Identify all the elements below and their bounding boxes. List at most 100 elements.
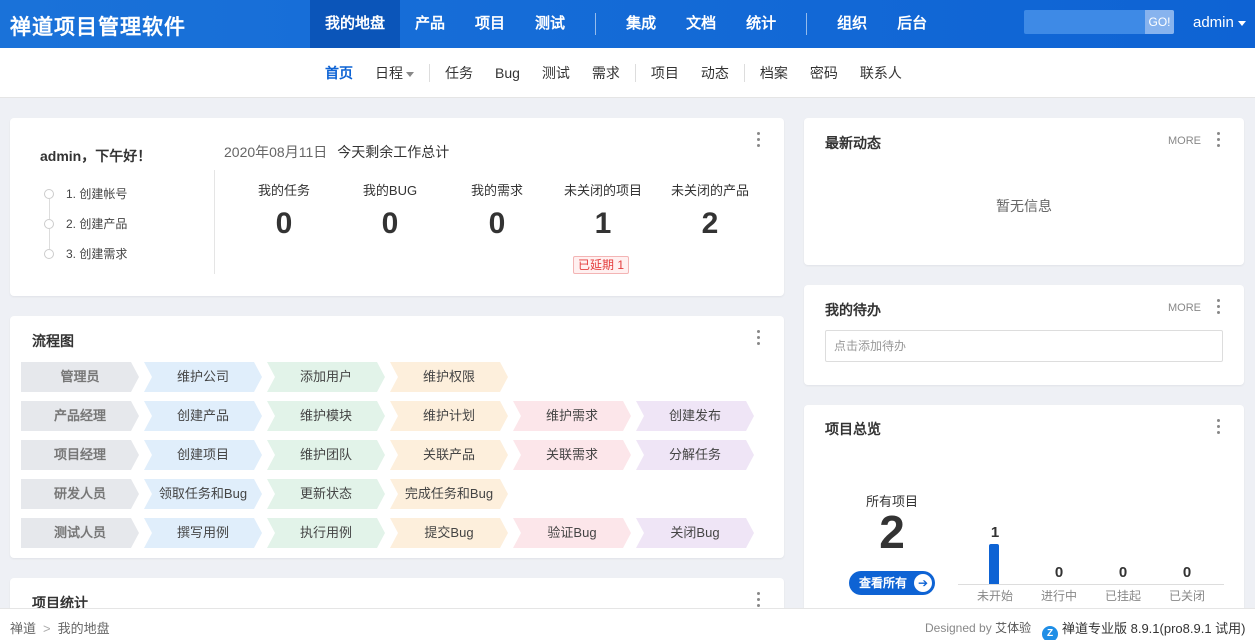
status-bar-label: 已挂起 bbox=[1104, 589, 1141, 603]
nav-my-dashboard[interactable]: 我的地盘 bbox=[310, 0, 401, 48]
flow-step[interactable]: 维护公司 bbox=[144, 362, 262, 392]
step-item[interactable]: 2. 创建产品 bbox=[42, 214, 128, 249]
top-navbar: 禅道项目管理软件 我的地盘 产品 项目 测试 集成 文档 统计 组织 后台 GO… bbox=[0, 0, 1255, 48]
subnav-home[interactable]: 首页 bbox=[314, 63, 364, 83]
sub-navbar: 首页 日程 任务 Bug 测试 需求 项目 动态 档案 密码 联系人 bbox=[0, 48, 1255, 98]
flow-step[interactable]: 维护团队 bbox=[267, 440, 385, 470]
empty-message: 暂无信息 bbox=[996, 198, 1052, 214]
more-options-icon[interactable] bbox=[1217, 299, 1221, 317]
nav-company[interactable]: 组织 bbox=[822, 0, 882, 48]
add-todo-input[interactable]: 点击添加待办 bbox=[825, 330, 1223, 362]
step-item[interactable]: 1. 创建帐号 bbox=[42, 184, 127, 219]
subnav-test[interactable]: 测试 bbox=[531, 63, 581, 83]
brand-title[interactable]: 禅道项目管理软件 bbox=[10, 11, 186, 41]
subnav-project[interactable]: 项目 bbox=[640, 63, 690, 83]
step-dot-icon bbox=[44, 219, 54, 229]
flow-step[interactable]: 撰写用例 bbox=[144, 518, 262, 548]
flow-step[interactable]: 创建产品 bbox=[144, 401, 262, 431]
nav-separator bbox=[595, 13, 597, 35]
flow-step[interactable]: 执行用例 bbox=[267, 518, 385, 548]
subnav-calendar[interactable]: 日程 bbox=[364, 63, 425, 83]
flow-step[interactable]: 维护权限 bbox=[390, 362, 508, 392]
nav-project[interactable]: 项目 bbox=[460, 0, 520, 48]
delayed-badge[interactable]: 已延期 1 bbox=[573, 256, 630, 274]
chart-baseline bbox=[958, 584, 1224, 585]
breadcrumb-home[interactable]: 禅道 bbox=[10, 621, 36, 636]
flow-role: 项目经理 bbox=[21, 440, 139, 470]
arrow-right-icon: ➔ bbox=[914, 574, 932, 592]
more-options-icon[interactable] bbox=[1217, 419, 1221, 437]
divider bbox=[214, 170, 215, 274]
view-all-label: 查看所有 bbox=[859, 576, 908, 590]
more-options-icon[interactable] bbox=[757, 330, 761, 348]
flow-step[interactable]: 维护计划 bbox=[390, 401, 508, 431]
step-dot-icon bbox=[44, 249, 54, 259]
flow-row-developer: 研发人员 领取任务和Bug 更新状态 完成任务和Bug bbox=[21, 479, 513, 509]
step-item[interactable]: 3. 创建需求 bbox=[42, 244, 127, 274]
status-bar-label: 进行中 bbox=[1040, 589, 1077, 603]
stat-open-products[interactable]: 未关闭的产品 2 bbox=[665, 180, 755, 241]
flow-step[interactable]: 维护模块 bbox=[267, 401, 385, 431]
search-input[interactable] bbox=[1024, 10, 1145, 34]
search-go-button[interactable]: GO! bbox=[1145, 10, 1174, 34]
step-label: 2. 创建产品 bbox=[66, 217, 128, 231]
flow-step[interactable]: 创建项目 bbox=[144, 440, 262, 470]
flow-step[interactable]: 领取任务和Bug bbox=[144, 479, 262, 509]
step-dot-icon bbox=[44, 189, 54, 199]
subnav-story[interactable]: 需求 bbox=[581, 63, 631, 83]
flow-step[interactable]: 添加用户 bbox=[267, 362, 385, 392]
flow-step[interactable]: 完成任务和Bug bbox=[390, 479, 508, 509]
more-options-icon[interactable] bbox=[1217, 132, 1221, 150]
stat-my-tasks[interactable]: 我的任务 0 bbox=[239, 180, 329, 241]
version-info[interactable]: Z 禅道专业版 8.9.1(pro8.9.1 试用) bbox=[1042, 618, 1246, 640]
nav-test[interactable]: 测试 bbox=[520, 0, 580, 48]
subnav-profile[interactable]: 档案 bbox=[749, 63, 799, 83]
nav-integration[interactable]: 集成 bbox=[611, 0, 671, 48]
subnav-password[interactable]: 密码 bbox=[799, 63, 849, 83]
user-menu[interactable]: admin bbox=[1193, 14, 1246, 31]
step-label: 3. 创建需求 bbox=[66, 247, 128, 261]
footer-bar: 禅道 > 我的地盘 Designed by 艾体验 Z 禅道专业版 8.9.1(pro… bbox=[0, 608, 1255, 640]
nav-product[interactable]: 产品 bbox=[400, 0, 460, 48]
breadcrumb-current[interactable]: 我的地盘 bbox=[58, 621, 110, 636]
greeting-text: admin，下午好！ bbox=[40, 148, 152, 164]
stat-my-stories[interactable]: 我的需求 0 bbox=[452, 180, 542, 241]
status-bar[interactable] bbox=[989, 544, 999, 584]
view-all-button[interactable]: 查看所有 ➔ bbox=[849, 571, 935, 595]
dynamics-more-link[interactable]: MORE bbox=[1168, 135, 1201, 147]
flow-step[interactable]: 提交Bug bbox=[390, 518, 508, 548]
flow-step[interactable]: 分解任务 bbox=[636, 440, 754, 470]
subnav-separator bbox=[429, 64, 430, 82]
flow-step[interactable]: 关联需求 bbox=[513, 440, 631, 470]
status-bar-value: 1 bbox=[990, 524, 1000, 541]
subnav-contacts[interactable]: 联系人 bbox=[849, 63, 913, 83]
nav-admin[interactable]: 后台 bbox=[882, 0, 942, 48]
more-options-icon[interactable] bbox=[757, 132, 761, 150]
flow-role: 研发人员 bbox=[21, 479, 139, 509]
todo-more-link[interactable]: MORE bbox=[1168, 302, 1201, 314]
flow-step[interactable]: 关闭Bug bbox=[636, 518, 754, 548]
flow-step[interactable]: 关联产品 bbox=[390, 440, 508, 470]
todo-title: 我的待办 bbox=[825, 302, 881, 318]
date-summary: 2020年08月11日 今天剩余工作总计 bbox=[224, 142, 449, 162]
project-overview-panel: 项目总览 所有项目 2 查看所有 ➔ 1 未开始 0 进行中 0 已挂起 0 已关闭 bbox=[804, 405, 1244, 640]
stat-value: 1 bbox=[594, 207, 612, 240]
stat-my-bugs[interactable]: 我的BUG 0 bbox=[345, 180, 435, 241]
designer-name[interactable]: 艾体验 bbox=[995, 621, 1031, 635]
nav-report[interactable]: 统计 bbox=[731, 0, 791, 48]
subnav-task[interactable]: 任务 bbox=[434, 63, 484, 83]
flow-step[interactable]: 创建发布 bbox=[636, 401, 754, 431]
nav-doc[interactable]: 文档 bbox=[671, 0, 731, 48]
all-projects-count: 2 bbox=[879, 506, 905, 558]
flow-row-tester: 测试人员 撰写用例 执行用例 提交Bug 验证Bug 关闭Bug bbox=[21, 518, 759, 548]
subnav-dynamic[interactable]: 动态 bbox=[690, 63, 740, 83]
search-box: GO! bbox=[1024, 10, 1174, 34]
flow-step[interactable]: 验证Bug bbox=[513, 518, 631, 548]
stat-open-projects[interactable]: 未关闭的项目 1 bbox=[558, 180, 648, 241]
flow-row-admin: 管理员 维护公司 添加用户 维护权限 bbox=[21, 362, 513, 392]
subnav-bug[interactable]: Bug bbox=[484, 65, 531, 81]
latest-dynamics-panel: 最新动态 MORE 暂无信息 bbox=[804, 118, 1244, 265]
flow-step[interactable]: 维护需求 bbox=[513, 401, 631, 431]
flow-step[interactable]: 更新状态 bbox=[267, 479, 385, 509]
subnav-separator bbox=[743, 64, 745, 82]
